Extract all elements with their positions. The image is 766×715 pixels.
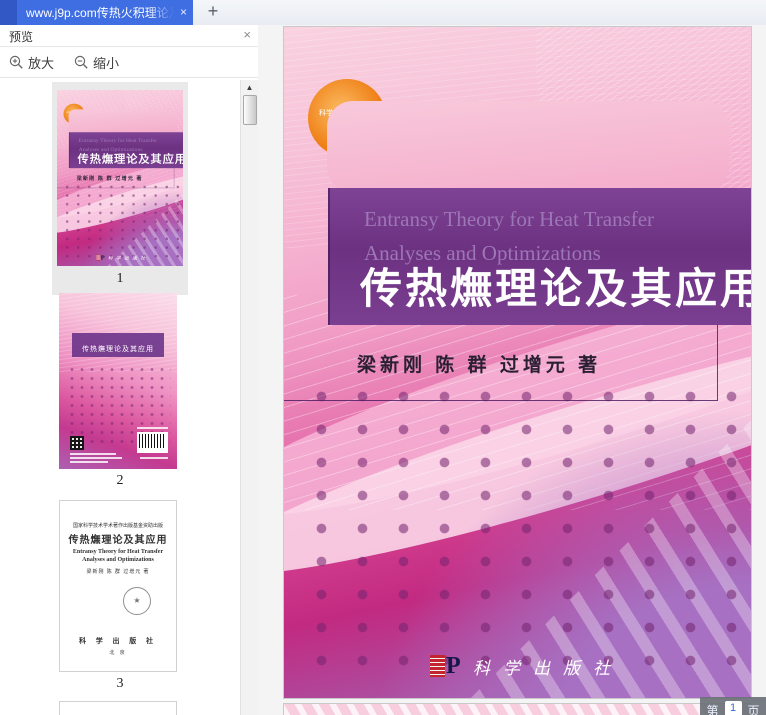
zoom-in-label: 放大 <box>28 55 55 71</box>
new-tab-button[interactable]: + <box>203 2 223 22</box>
cover-title-chinese: 传热㷻理论及其应用 <box>360 265 751 312</box>
title-page-publisher: 科 学 出 版 社 <box>79 637 157 645</box>
fine-print-line <box>70 453 116 455</box>
thumbnail-scrollbar[interactable]: ▲ <box>240 80 258 715</box>
seal-stamp: ★ <box>123 587 151 615</box>
tab-bar: www.j9p.com传热火积理论及其 × + <box>0 0 766 25</box>
fine-print-line <box>70 461 108 463</box>
title-page-english-title: Entransy Theory for Heat Transfer Analys… <box>72 549 164 563</box>
sidebar-header: 预览 × <box>0 25 258 47</box>
page-indicator-prefix: 第 <box>706 704 719 715</box>
funding-line: 国家科学技术学术著作出版基金资助出版 <box>72 524 163 529</box>
magnifier-minus-icon <box>74 55 88 69</box>
mini-cover-art: 科学技术学术著作出版基金 Entransy Theory for Heat Tr… <box>57 90 183 266</box>
cover-authors: 梁新刚 陈 群 过增元 著 <box>357 355 602 376</box>
publisher-row: P 科学出版社 <box>430 653 623 679</box>
pdf-page-2-top-edge <box>283 703 752 715</box>
sidebar-close-icon[interactable]: × <box>243 27 251 42</box>
back-cover-title: 传热㷻理论及其应用 <box>72 342 164 357</box>
pdf-viewer: 科学技术学术著作出版基金 Entransy Theory for Heat Tr… <box>258 25 766 715</box>
thumbnail-page-1[interactable]: 科学技术学术著作出版基金 Entransy Theory for Heat Tr… <box>57 90 183 266</box>
title-banner: Entransy Theory for Heat Transfer Analys… <box>328 188 751 325</box>
barcode <box>137 432 168 453</box>
thumbnail-2-page-number: 2 <box>116 473 124 488</box>
book-cover: 科学技术学术著作出版基金 Entransy Theory for Heat Tr… <box>284 27 751 698</box>
title-banner: Entransy Theory for Heat Transfer Analys… <box>68 132 183 169</box>
page-number-input[interactable]: 1 <box>724 701 742 715</box>
isbn-text-line <box>137 427 168 429</box>
qr-code <box>70 436 84 450</box>
pink-panel <box>68 109 178 134</box>
browser-window: www.j9p.com传热火积理论及其 × + 预览 × 放大 缩小 Entra… <box>0 0 766 715</box>
preview-sidebar: 预览 × 放大 缩小 Entransy Theory for Heat Tran… <box>0 25 258 715</box>
scrollbar-thumb[interactable] <box>243 95 257 125</box>
frame-line <box>284 400 718 401</box>
thumbnail-page-4-partial[interactable] <box>59 701 177 715</box>
page-indicator-suffix: 页 <box>747 704 760 715</box>
pink-panel <box>327 101 729 193</box>
title-page-authors: 梁新刚 陈 群 过增元 著 <box>86 570 150 575</box>
cover-title-chinese: 传热㷻理论及其应用 <box>77 152 183 165</box>
pdf-page-1: 科学技术学术著作出版基金 Entransy Theory for Heat Tr… <box>283 26 752 699</box>
page-indicator: 第 1 页 <box>700 697 766 715</box>
thumbnail-3-page-number: 3 <box>116 676 124 691</box>
publisher-name: 科学出版社 <box>473 658 623 678</box>
thumbnail-item-1-selected[interactable]: 科学技术学术著作出版基金 Entransy Theory for Heat Tr… <box>52 82 188 295</box>
window-edge <box>0 0 17 25</box>
tab-title: www.j9p.com传热火积理论及其 <box>26 6 177 20</box>
scroll-up-arrow[interactable]: ▲ <box>241 80 258 94</box>
back-cover-band <box>72 333 164 342</box>
thumbnail-1-page-number: 1 <box>116 271 124 286</box>
fine-print-line <box>70 457 122 459</box>
polka-dots <box>60 181 182 262</box>
title-page-chinese-title: 传热㷻理论及其应用 <box>68 535 168 546</box>
tab-close-icon[interactable]: × <box>180 0 187 25</box>
sidebar-title: 预览 <box>9 30 34 44</box>
zoom-in-button[interactable]: 放大 <box>9 53 54 72</box>
zoom-out-label: 缩小 <box>93 55 120 71</box>
thumbnail-page-3[interactable]: 国家科学技术学术著作出版基金资助出版 传热㷻理论及其应用 Entransy Th… <box>59 500 177 672</box>
science-press-logo: P <box>96 254 105 261</box>
thumbnail-page-2[interactable]: 传热㷻理论及其应用 <box>59 293 177 469</box>
publisher-name: 科学出版社 <box>108 255 149 261</box>
publisher-row: P 科学出版社 <box>96 254 148 261</box>
science-press-logo: P <box>430 653 463 679</box>
cover-authors: 梁新刚 陈 群 过增元 著 <box>76 176 143 182</box>
magnifier-plus-icon <box>9 55 23 69</box>
zoom-toolbar: 放大 缩小 <box>0 47 258 78</box>
title-page-city: 北 京 <box>109 651 127 656</box>
polka-dots <box>296 375 745 682</box>
browser-tab[interactable]: www.j9p.com传热火积理论及其 × <box>17 0 193 25</box>
zoom-out-button[interactable]: 缩小 <box>74 53 119 72</box>
frame-line <box>717 325 718 400</box>
price-text-line <box>140 457 168 459</box>
